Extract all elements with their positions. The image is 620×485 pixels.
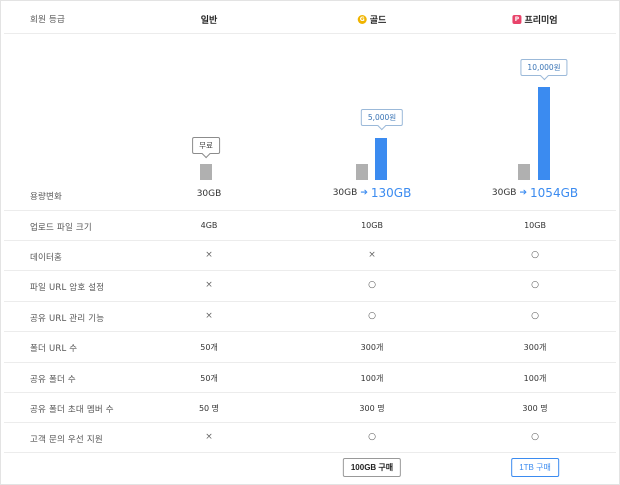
cell-premium: ○: [531, 250, 539, 260]
cell-premium: ○: [531, 311, 539, 321]
table-row: 폴더 URL 수 50개 300개 300개: [4, 331, 616, 363]
bar-premium: [538, 87, 550, 180]
cell-basic: 4GB: [200, 221, 218, 230]
row-label: 고객 문의 우선 지원: [30, 435, 103, 445]
row-label: 공유 폴더 수: [30, 375, 76, 385]
table-row: 업로드 파일 크기 4GB 10GB 10GB: [4, 210, 616, 241]
table-row: 데이터홈 × × ○: [4, 240, 616, 271]
cell-basic: 50 명: [198, 404, 220, 413]
price-tag-gold: 5,000원: [360, 109, 404, 126]
cell-gold: 300개: [360, 343, 384, 352]
row-label: 공유 URL 관리 기능: [30, 314, 105, 324]
capacity-gold-to: 130GB: [370, 186, 412, 200]
purchase-row: 100GB 구매 1TB 구매: [4, 452, 616, 480]
price-tag-basic: 무료: [192, 137, 220, 154]
table-row: 공유 폴더 수 50개 100개 100개: [4, 362, 616, 393]
cell-basic: ×: [205, 250, 213, 260]
capacity-basic: 30GB: [196, 189, 222, 199]
cell-basic: ×: [205, 311, 213, 321]
row-label: 폴더 URL 수: [30, 344, 78, 354]
price-tag-premium: 10,000원: [520, 59, 568, 76]
arrow-right-icon: ➔: [360, 188, 368, 198]
cell-basic: 50개: [200, 374, 218, 383]
bar-basic: [200, 164, 212, 180]
cell-premium: 300개: [523, 343, 547, 352]
buy-100gb-button[interactable]: 100GB 구매: [342, 458, 402, 477]
cell-gold: ○: [368, 432, 376, 442]
capacity-premium-from: 30GB: [491, 188, 517, 198]
cell-premium: ○: [531, 280, 539, 290]
row-label: 데이터홈: [30, 253, 63, 263]
cell-gold: ○: [368, 311, 376, 321]
cell-premium: 10GB: [524, 221, 546, 230]
table-row: 파일 URL 암호 설정 × ○ ○: [4, 270, 616, 302]
cell-gold: 100개: [360, 374, 384, 383]
bar-gold-base: [356, 164, 368, 180]
cell-premium: 300 명: [522, 404, 548, 413]
bar-premium-base: [518, 164, 530, 180]
capacity-label: 용량변화: [30, 192, 63, 202]
cell-basic: 50개: [200, 343, 218, 352]
row-label: 공유 폴더 초대 멤버 수: [30, 405, 114, 415]
cell-premium: ○: [531, 432, 539, 442]
capacity-chart: 무료 5,000원 10,000원: [1, 1, 619, 180]
buy-1tb-button[interactable]: 1TB 구매: [511, 458, 559, 477]
cell-basic: ×: [205, 432, 213, 442]
cell-gold: ○: [368, 280, 376, 290]
cell-premium: 100개: [523, 374, 547, 383]
table-row: 고객 문의 우선 지원 × ○ ○: [4, 422, 616, 453]
row-label: 파일 URL 암호 설정: [30, 283, 105, 293]
capacity-row: 용량변화 30GB 30GB ➔ 130GB 30GB ➔ 1054GB: [4, 180, 616, 211]
table-row: 공유 URL 관리 기능 × ○ ○: [4, 301, 616, 332]
table-row: 공유 폴더 초대 멤버 수 50 명 300 명 300 명: [4, 392, 616, 423]
capacity-premium-to: 1054GB: [530, 186, 579, 200]
arrow-right-icon: ➔: [519, 188, 528, 198]
capacity-gold-from: 30GB: [332, 188, 358, 198]
cell-gold: ×: [368, 250, 376, 260]
cell-gold: 10GB: [361, 221, 383, 230]
row-label: 업로드 파일 크기: [30, 223, 92, 233]
bar-gold: [375, 138, 387, 180]
plan-comparison-table: 회원 등급 일반 G 골드 P 프리미엄 무료 5,000원 10,000원 용…: [0, 0, 620, 485]
cell-gold: 300 명: [359, 404, 385, 413]
cell-basic: ×: [205, 280, 213, 290]
